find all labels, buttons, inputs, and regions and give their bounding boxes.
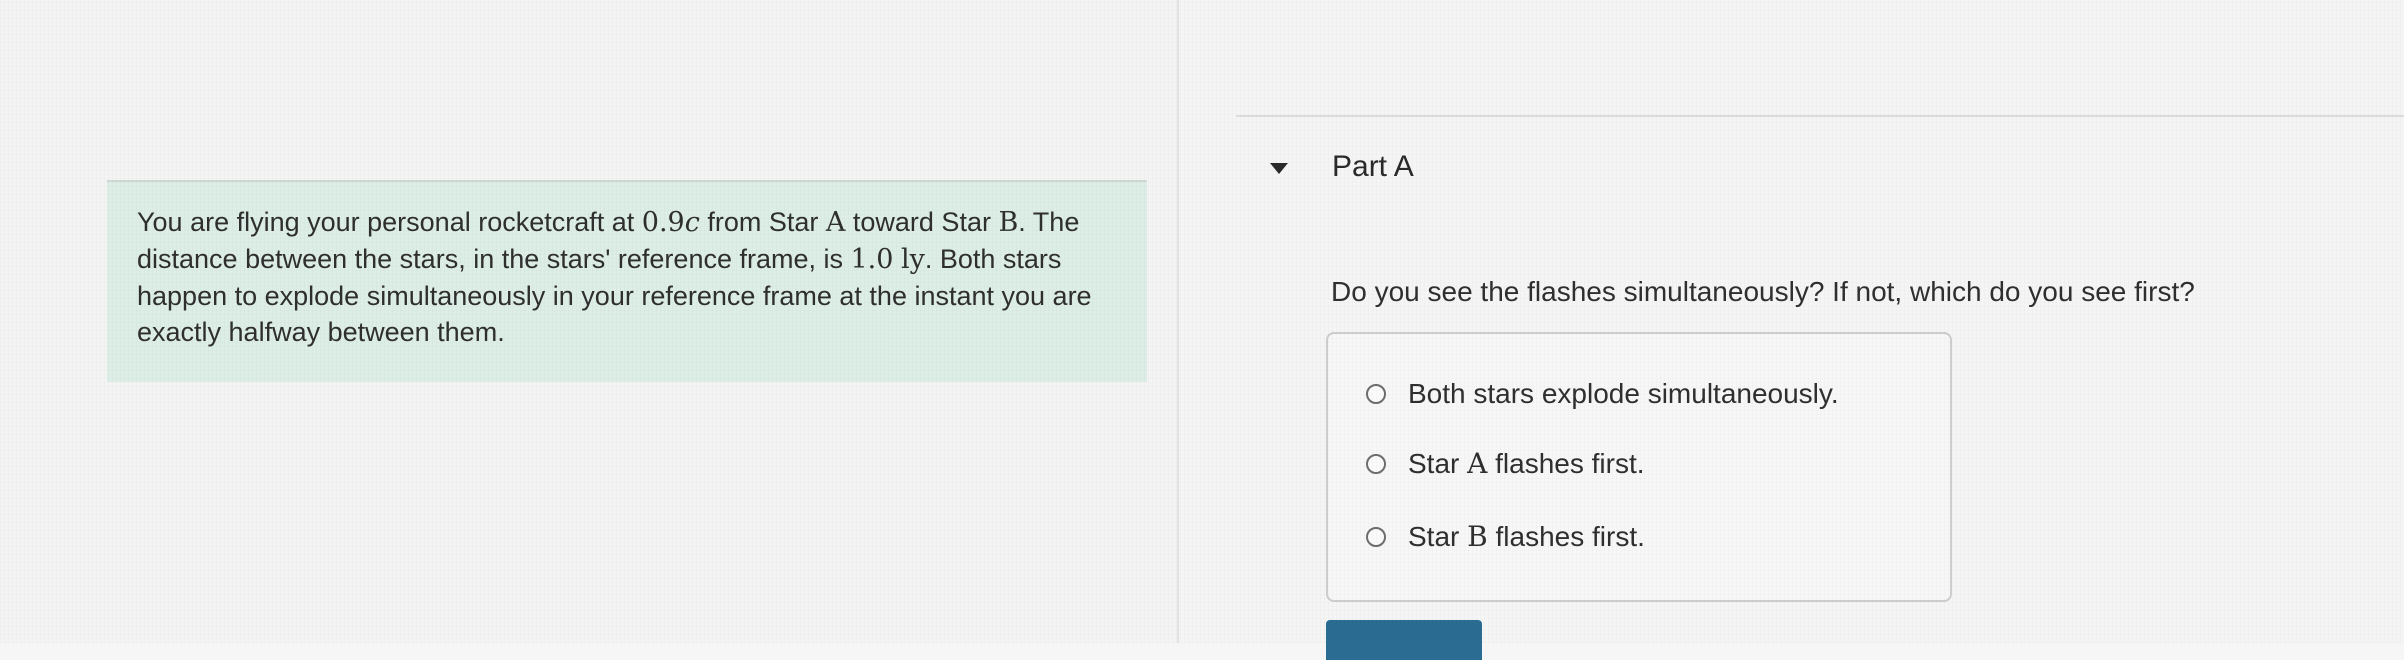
problem-text-part: You are flying your personal rocketcraft… — [137, 207, 642, 237]
speed-of-light-symbol: c — [684, 207, 700, 238]
answer-options: Both stars explode simultaneously. Star … — [1326, 332, 1952, 602]
option-label[interactable]: Star B flashes first. — [1408, 520, 1645, 553]
option-text: flashes first. — [1487, 521, 1645, 552]
problem-text-part: from Star — [699, 207, 826, 237]
option-label[interactable]: Star A flashes first. — [1408, 447, 1645, 480]
problem-pane: You are flying your personal rocketcraft… — [0, 0, 1177, 643]
part-title: Part A — [1332, 150, 1414, 183]
submit-button[interactable] — [1326, 620, 1482, 660]
option-text: Both stars explode simultaneously. — [1408, 378, 1839, 409]
problem-text-part: toward Star — [845, 207, 999, 237]
distance-unit: ly — [900, 244, 925, 275]
option-text: flashes first. — [1487, 448, 1645, 479]
section-divider — [1236, 115, 2404, 117]
radio-button-icon[interactable] — [1366, 384, 1386, 404]
option-both-simultaneous[interactable]: Both stars explode simultaneously. — [1366, 378, 1839, 410]
speed-value: 0.9 — [641, 207, 685, 238]
question-text: Do you see the flashes simultaneously? I… — [1331, 276, 2195, 307]
option-star-b-first[interactable]: Star B flashes first. — [1366, 520, 1645, 553]
problem-statement-box: You are flying your personal rocketcraft… — [107, 180, 1147, 382]
option-star-a-first[interactable]: Star A flashes first. — [1366, 447, 1645, 480]
radio-button-icon[interactable] — [1366, 453, 1386, 474]
problem-statement: You are flying your personal rocketcraft… — [137, 204, 1097, 350]
collapse-caret-icon[interactable] — [1270, 162, 1288, 174]
star-a-label: A — [1467, 447, 1488, 480]
star-b-label: B — [998, 207, 1019, 238]
star-b-label: B — [1467, 520, 1488, 553]
star-a-label: A — [825, 207, 846, 238]
option-text: Star — [1408, 448, 1468, 479]
option-text: Star — [1408, 521, 1468, 552]
part-a-header[interactable]: Part A — [1270, 150, 1414, 184]
radio-button-icon[interactable] — [1366, 526, 1386, 547]
distance-value: 1.0 — [850, 244, 894, 275]
option-label[interactable]: Both stars explode simultaneously. — [1408, 378, 1839, 410]
